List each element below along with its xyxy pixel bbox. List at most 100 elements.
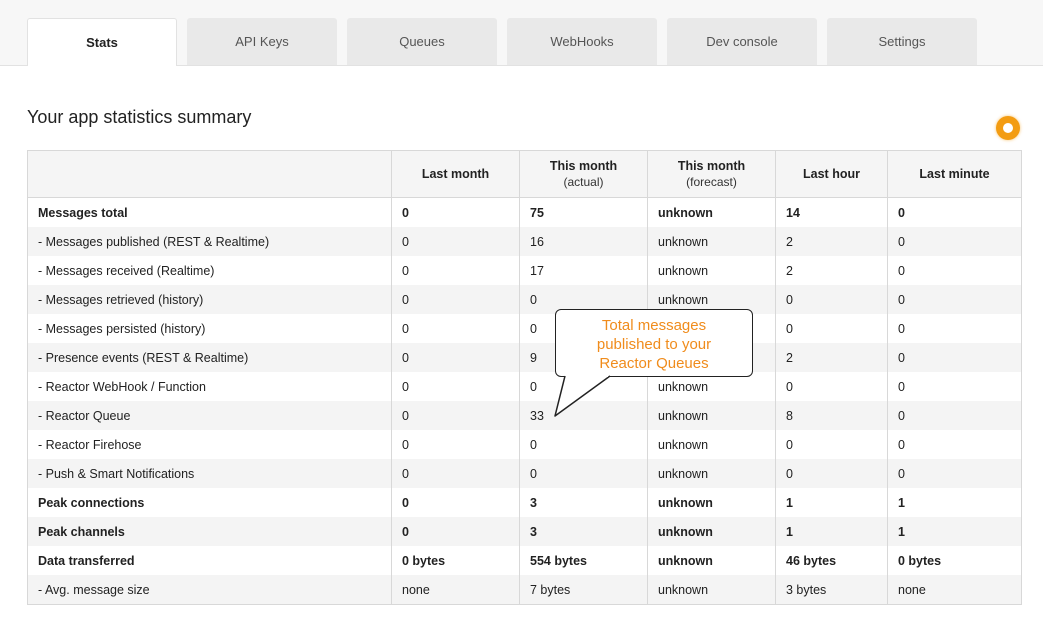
- tab-label: Dev console: [706, 34, 778, 49]
- page-title: Your app statistics summary: [27, 107, 252, 127]
- header-cell: Last hour: [775, 150, 888, 198]
- table-cell: 0: [887, 197, 1022, 227]
- callout-pointer: [554, 370, 611, 417]
- callout-pointer-cover: [566, 370, 608, 377]
- table-row: - Presence events (REST & Realtime)09unk…: [27, 343, 1022, 372]
- header-label: This month: [677, 159, 746, 173]
- table-cell: 1: [887, 517, 1022, 546]
- table-row: - Messages published (REST & Realtime) 0 1…: [27, 227, 1022, 256]
- row-label: Peak connections: [38, 495, 145, 510]
- table-cell: unknown: [647, 227, 776, 256]
- row-label: - Messages persisted (history): [38, 321, 206, 336]
- row-label: - Push & Smart Notifications: [27, 459, 392, 488]
- table-cell: 0: [391, 343, 520, 372]
- row-label: - Avg. message size: [27, 575, 392, 605]
- table-cell: unknown: [647, 430, 776, 459]
- tab-webhooks[interactable]: WebHooks: [507, 18, 657, 65]
- tab-stats[interactable]: Stats: [27, 18, 177, 66]
- tab-settings[interactable]: Settings: [827, 18, 977, 65]
- table-cell: 0: [391, 197, 520, 227]
- table-cell: 0: [391, 227, 520, 256]
- row-label: - Reactor WebHook / Function: [38, 379, 206, 394]
- table-cell: 0: [519, 459, 648, 488]
- table-cell: 1: [887, 488, 1022, 517]
- table-cell: 0: [391, 401, 520, 430]
- table-cell: 3: [519, 517, 648, 546]
- table-cell: 0: [775, 430, 888, 459]
- table-cell: unknown: [647, 488, 776, 517]
- row-label: Data transferred: [38, 553, 135, 568]
- table-cell: none: [887, 575, 1022, 605]
- tab-label: Stats: [86, 35, 118, 50]
- table-cell: none: [391, 575, 520, 605]
- table-cell: 0: [391, 256, 520, 285]
- table-cell: 0: [391, 430, 520, 459]
- callout-line: Total messages: [601, 317, 707, 334]
- table-cell: 0: [887, 401, 1022, 430]
- table-cell: 0: [391, 372, 520, 401]
- table-cell: 0: [887, 285, 1022, 314]
- table-cell: 16: [519, 227, 648, 256]
- row-label: Peak channels: [27, 517, 392, 546]
- table-cell: 0: [775, 314, 888, 343]
- table-cell: unknown: [647, 546, 776, 575]
- table-cell: 0: [887, 314, 1022, 343]
- table-cell: 0: [887, 227, 1022, 256]
- row-label: - Messages retrieved (history): [27, 285, 392, 314]
- header-sublabel: (forecast): [686, 175, 737, 189]
- table-cell: 46 bytes: [775, 546, 888, 575]
- table-cell: 7 bytes: [519, 575, 648, 605]
- table-cell: 0: [775, 285, 888, 314]
- tab-dev-console[interactable]: Dev console: [667, 18, 817, 65]
- table-row: - Messages persisted (history)00unknown0…: [28, 314, 1022, 343]
- table-row: - Messages received (Realtime) 0 17 unknown…: [28, 256, 1022, 285]
- table-cell: 0: [391, 488, 520, 517]
- header-label: Last minute: [919, 167, 990, 181]
- table-cell: 17: [519, 256, 648, 285]
- tab-api-keys[interactable]: API Keys: [187, 18, 337, 65]
- tab-queues[interactable]: Queues: [347, 18, 497, 65]
- table-cell: unknown: [647, 256, 776, 285]
- table-body: Messages total 0 75 unknown 14 0- Messages pu…: [27, 197, 1022, 605]
- table-row: - Avg. message size none 7 bytes unknown 3 b…: [27, 575, 1022, 605]
- row-label: - Messages published (REST & Realtime): [27, 227, 392, 256]
- tab-label: Settings: [878, 34, 926, 49]
- tab-label: WebHooks: [550, 34, 614, 49]
- header-cell: Last minute: [887, 150, 1022, 198]
- table-row: - Messages retrieved (history) 0 0 unknown 0…: [27, 285, 1022, 314]
- tab-label: Queues: [399, 34, 445, 49]
- table-cell: 0: [775, 459, 888, 488]
- header-cell: This month (actual): [519, 150, 648, 198]
- table-cell: 75: [519, 197, 648, 227]
- table-cell: 2: [775, 343, 888, 372]
- table-cell: unknown: [647, 401, 776, 430]
- tab-label: API Keys: [235, 34, 289, 49]
- table-cell: 0 bytes: [887, 546, 1022, 575]
- table-cell: unknown: [647, 575, 776, 605]
- row-label: - Reactor Queue: [27, 401, 392, 430]
- table-cell: 1: [775, 517, 888, 546]
- table-cell: 0 bytes: [391, 546, 520, 575]
- table-cell: 0: [887, 430, 1022, 459]
- table-row: - Reactor Queue 0 33 unknown 8 0: [27, 401, 1022, 430]
- table-cell: 2: [775, 256, 888, 285]
- table-cell: 0: [887, 372, 1022, 401]
- table-cell: unknown: [647, 517, 776, 546]
- tooltip-callout: Total messages published to your Reactor…: [555, 309, 753, 377]
- table-cell: 0: [391, 314, 520, 343]
- header-cell: This month (forecast): [647, 150, 776, 198]
- header-sublabel: (actual): [563, 175, 604, 189]
- table-row: Messages total 0 75 unknown 14 0: [28, 197, 1022, 227]
- table-cell: 0: [391, 459, 520, 488]
- table-row: Peak connections 0 3 unknown 1 1: [28, 488, 1022, 517]
- table-cell: 2: [775, 227, 888, 256]
- row-label: Messages total: [38, 205, 128, 220]
- table-cell: 0: [519, 430, 648, 459]
- row-label: - Presence events (REST & Realtime): [27, 343, 392, 372]
- table-header-row: Last month This month (actual) This month…: [27, 150, 1022, 198]
- header-label: This month: [549, 159, 618, 173]
- table-cell: 0: [391, 285, 520, 314]
- table-cell: 14: [775, 197, 888, 227]
- header-label: Last month: [421, 167, 490, 181]
- table-cell: 0: [887, 343, 1022, 372]
